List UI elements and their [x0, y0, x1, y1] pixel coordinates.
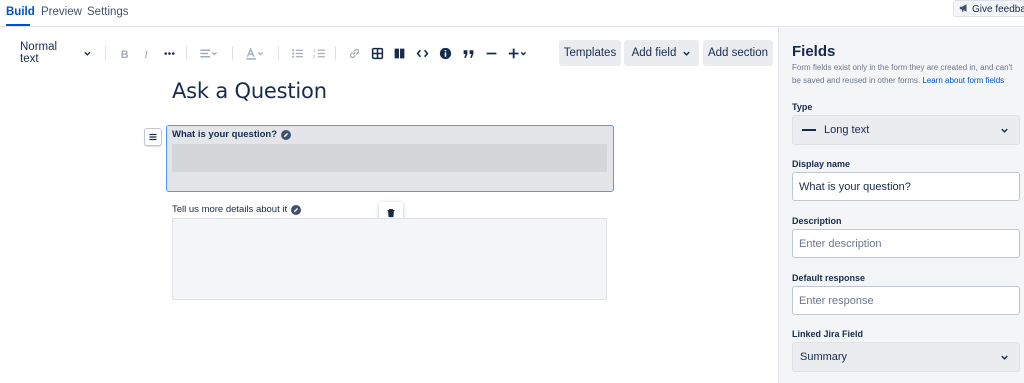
trash-icon — [387, 209, 395, 218]
bullet-list-icon — [291, 48, 303, 58]
panel-description: Form fields exist only in the form they … — [792, 61, 1022, 87]
insert-icon — [508, 48, 527, 58]
give-feedback-button[interactable]: Give feedback — [953, 0, 1024, 17]
bold-button[interactable]: B — [116, 44, 132, 62]
drag-handle-icon — [149, 133, 157, 141]
megaphone-icon — [959, 4, 967, 12]
type-value: Long text — [824, 124, 870, 136]
quote-icon — [463, 49, 473, 58]
type-label: Type — [792, 102, 813, 112]
text-color-button[interactable] — [243, 44, 267, 62]
layout-button[interactable] — [391, 44, 407, 62]
toolbar-divider — [105, 46, 106, 60]
link-icon — [349, 48, 359, 58]
code-icon — [416, 49, 428, 57]
italic-button[interactable]: I — [139, 44, 155, 62]
give-feedback-label: Give feedback — [972, 4, 1024, 15]
active-tab-indicator — [6, 24, 30, 26]
details-textarea-preview — [172, 218, 607, 300]
toolbar-divider — [335, 46, 336, 60]
divider-icon — [486, 52, 496, 54]
description-field[interactable]: Enter description — [792, 229, 1020, 258]
default-response-label: Default response — [792, 273, 866, 283]
field-label-text: Tell us more details about it — [172, 204, 288, 215]
panel-title: Fields — [792, 43, 836, 60]
templates-button[interactable]: Templates — [559, 40, 621, 66]
tab-build[interactable]: Build — [6, 6, 35, 18]
long-text-icon — [802, 129, 816, 131]
numbered-list-icon: 12 — [313, 47, 325, 58]
linked-field-value: Summary — [800, 351, 848, 363]
chevron-down-icon — [1001, 128, 1008, 133]
more-formatting-icon — [163, 51, 175, 55]
link-button[interactable] — [346, 44, 362, 62]
divider-button[interactable] — [483, 44, 499, 62]
type-select[interactable]: Long text — [792, 115, 1020, 145]
alignment-icon — [200, 48, 218, 58]
edit-pencil-icon[interactable] — [291, 204, 302, 215]
field-label-details: Tell us more details about it — [172, 204, 302, 215]
chevron-down-icon — [683, 51, 691, 56]
add-section-label: Add section — [707, 47, 769, 59]
templates-label: Templates — [563, 47, 617, 59]
tab-preview[interactable]: Preview — [41, 6, 82, 18]
more-formatting-button[interactable] — [161, 44, 177, 62]
default-response-field[interactable]: Enter response — [792, 286, 1020, 315]
field-label-question: What is your question? — [172, 129, 292, 140]
fields-panel: Fields Form fields exist only in the for… — [778, 28, 1024, 383]
quote-button[interactable] — [460, 44, 476, 62]
linked-field-label: Linked Jira Field — [792, 329, 864, 339]
svg-text:B: B — [120, 48, 128, 59]
numbered-list-button[interactable]: 12 — [311, 44, 327, 62]
tab-settings[interactable]: Settings — [87, 6, 129, 18]
toolbar-divider — [278, 46, 279, 60]
display-name-label: Display name — [792, 159, 851, 169]
text-style-label: Normal text — [20, 41, 58, 65]
code-button[interactable] — [414, 44, 430, 62]
form-title[interactable]: Ask a Question — [172, 79, 327, 103]
add-section-button[interactable]: Add section — [703, 40, 773, 66]
bullet-list-button[interactable] — [289, 44, 305, 62]
toolbar-divider — [232, 46, 233, 60]
drag-handle-button[interactable] — [144, 128, 162, 146]
add-field-label: Add field — [631, 47, 677, 59]
layout-icon — [394, 48, 404, 58]
svg-text:I: I — [143, 48, 149, 59]
italic-icon: I — [143, 48, 149, 59]
chevron-down-icon — [1001, 355, 1008, 360]
field-label-text: What is your question? — [172, 129, 278, 140]
table-icon — [371, 47, 383, 59]
description-label: Description — [792, 216, 842, 226]
alignment-button[interactable] — [197, 44, 221, 62]
text-color-icon — [246, 46, 264, 60]
svg-text:2: 2 — [313, 53, 316, 58]
learn-about-fields-link[interactable]: Learn about form fields — [922, 76, 1004, 85]
top-tab-bar: Build Preview Settings Give feedback — [0, 0, 1024, 27]
add-field-button[interactable]: Add field — [624, 40, 699, 66]
info-panel-button[interactable] — [437, 44, 453, 62]
linked-field-select[interactable]: Summary — [792, 342, 1020, 372]
text-style-dropdown[interactable]: Normal text — [20, 41, 92, 65]
edit-pencil-icon[interactable] — [281, 129, 292, 140]
bold-icon: B — [120, 48, 128, 59]
insert-button[interactable] — [506, 44, 530, 62]
svg-text:1: 1 — [313, 47, 316, 52]
editor-toolbar: Normal text B I 12 Templates Add field A… — [0, 40, 780, 66]
table-button[interactable] — [369, 44, 385, 62]
info-panel-icon — [439, 47, 451, 59]
display-name-field[interactable]: What is your question? — [792, 172, 1020, 201]
chevron-down-icon — [84, 51, 91, 56]
question-input-preview — [172, 144, 607, 172]
toolbar-divider — [186, 46, 187, 60]
